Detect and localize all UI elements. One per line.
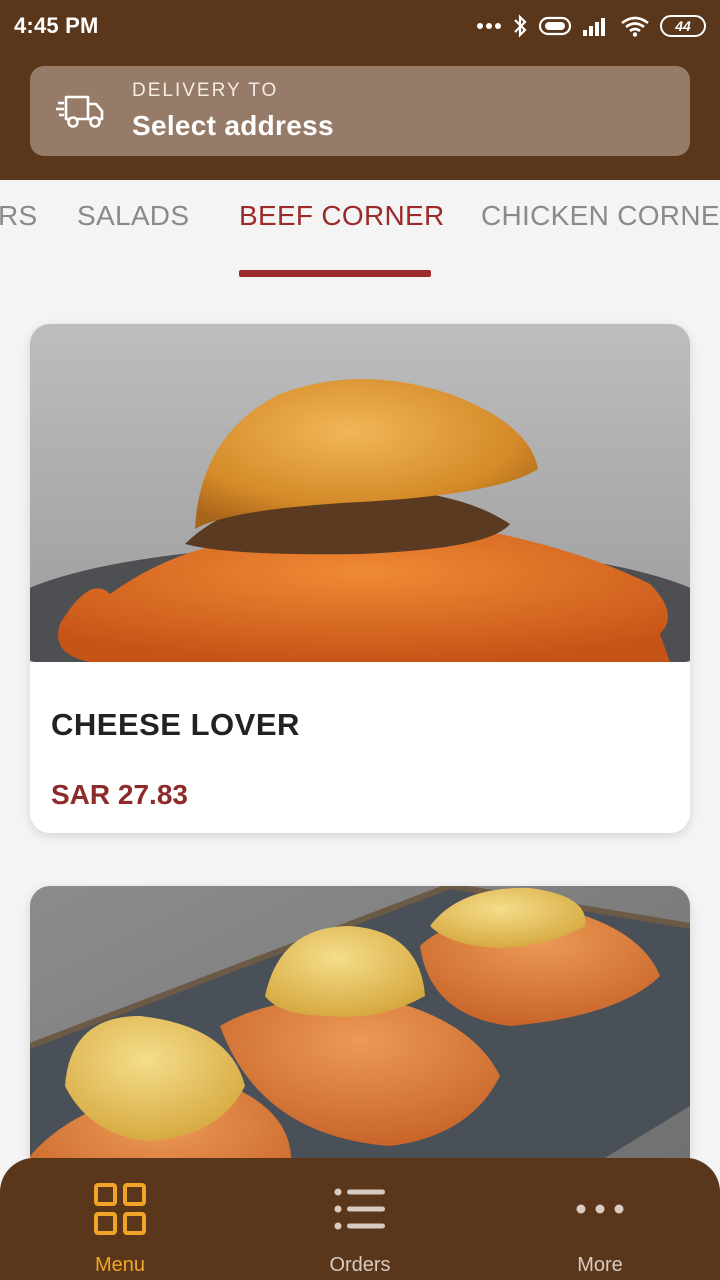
- dots-icon: [477, 23, 501, 29]
- category-tabs[interactable]: RS SALADS BEEF CORNER CHICKEN CORNER: [0, 180, 720, 278]
- delivery-address-selector[interactable]: DELIVERY TO Select address: [30, 66, 690, 156]
- status-icons: 44: [476, 14, 706, 38]
- signal-icon: [583, 18, 605, 36]
- nav-orders-label: Orders: [329, 1254, 391, 1276]
- more-dots-icon: [575, 1182, 625, 1236]
- delivery-caption: DELIVERY TO: [132, 80, 279, 101]
- tab-salads[interactable]: SALADS: [77, 200, 189, 232]
- grid-icon: [93, 1182, 147, 1236]
- status-bar: 4:45 PM 44: [0, 0, 720, 52]
- battery-icon: 44: [660, 15, 706, 37]
- product-name: CHEESE LOVER: [51, 707, 300, 742]
- tab-burgers[interactable]: RS: [0, 200, 38, 232]
- product-image: [30, 324, 690, 662]
- wifi-icon: [621, 16, 649, 37]
- tab-beef-corner[interactable]: BEEF CORNER: [239, 200, 445, 232]
- bottom-navigation: Menu Orders More: [0, 1158, 720, 1280]
- nav-more-label: More: [577, 1254, 623, 1276]
- nav-menu[interactable]: Menu: [0, 1158, 240, 1280]
- active-tab-indicator: [239, 270, 431, 277]
- nav-menu-label: Menu: [94, 1254, 146, 1276]
- product-price: SAR 27.83: [51, 779, 188, 810]
- nav-more[interactable]: More: [480, 1158, 720, 1280]
- product-card[interactable]: CHEESE LOVER SAR 27.83: [30, 324, 690, 833]
- bluetooth-icon: [514, 14, 527, 38]
- tab-chicken-corner[interactable]: CHICKEN CORNER: [481, 200, 720, 232]
- address-value[interactable]: Select address: [132, 110, 334, 142]
- vibrate-icon: [538, 16, 572, 36]
- battery-level: 44: [675, 18, 691, 34]
- delivery-truck-icon: [30, 93, 132, 129]
- app-header: DELIVERY TO Select address: [0, 52, 720, 180]
- list-icon: [333, 1182, 387, 1236]
- status-time: 4:45 PM: [14, 13, 99, 38]
- nav-orders[interactable]: Orders: [240, 1158, 480, 1280]
